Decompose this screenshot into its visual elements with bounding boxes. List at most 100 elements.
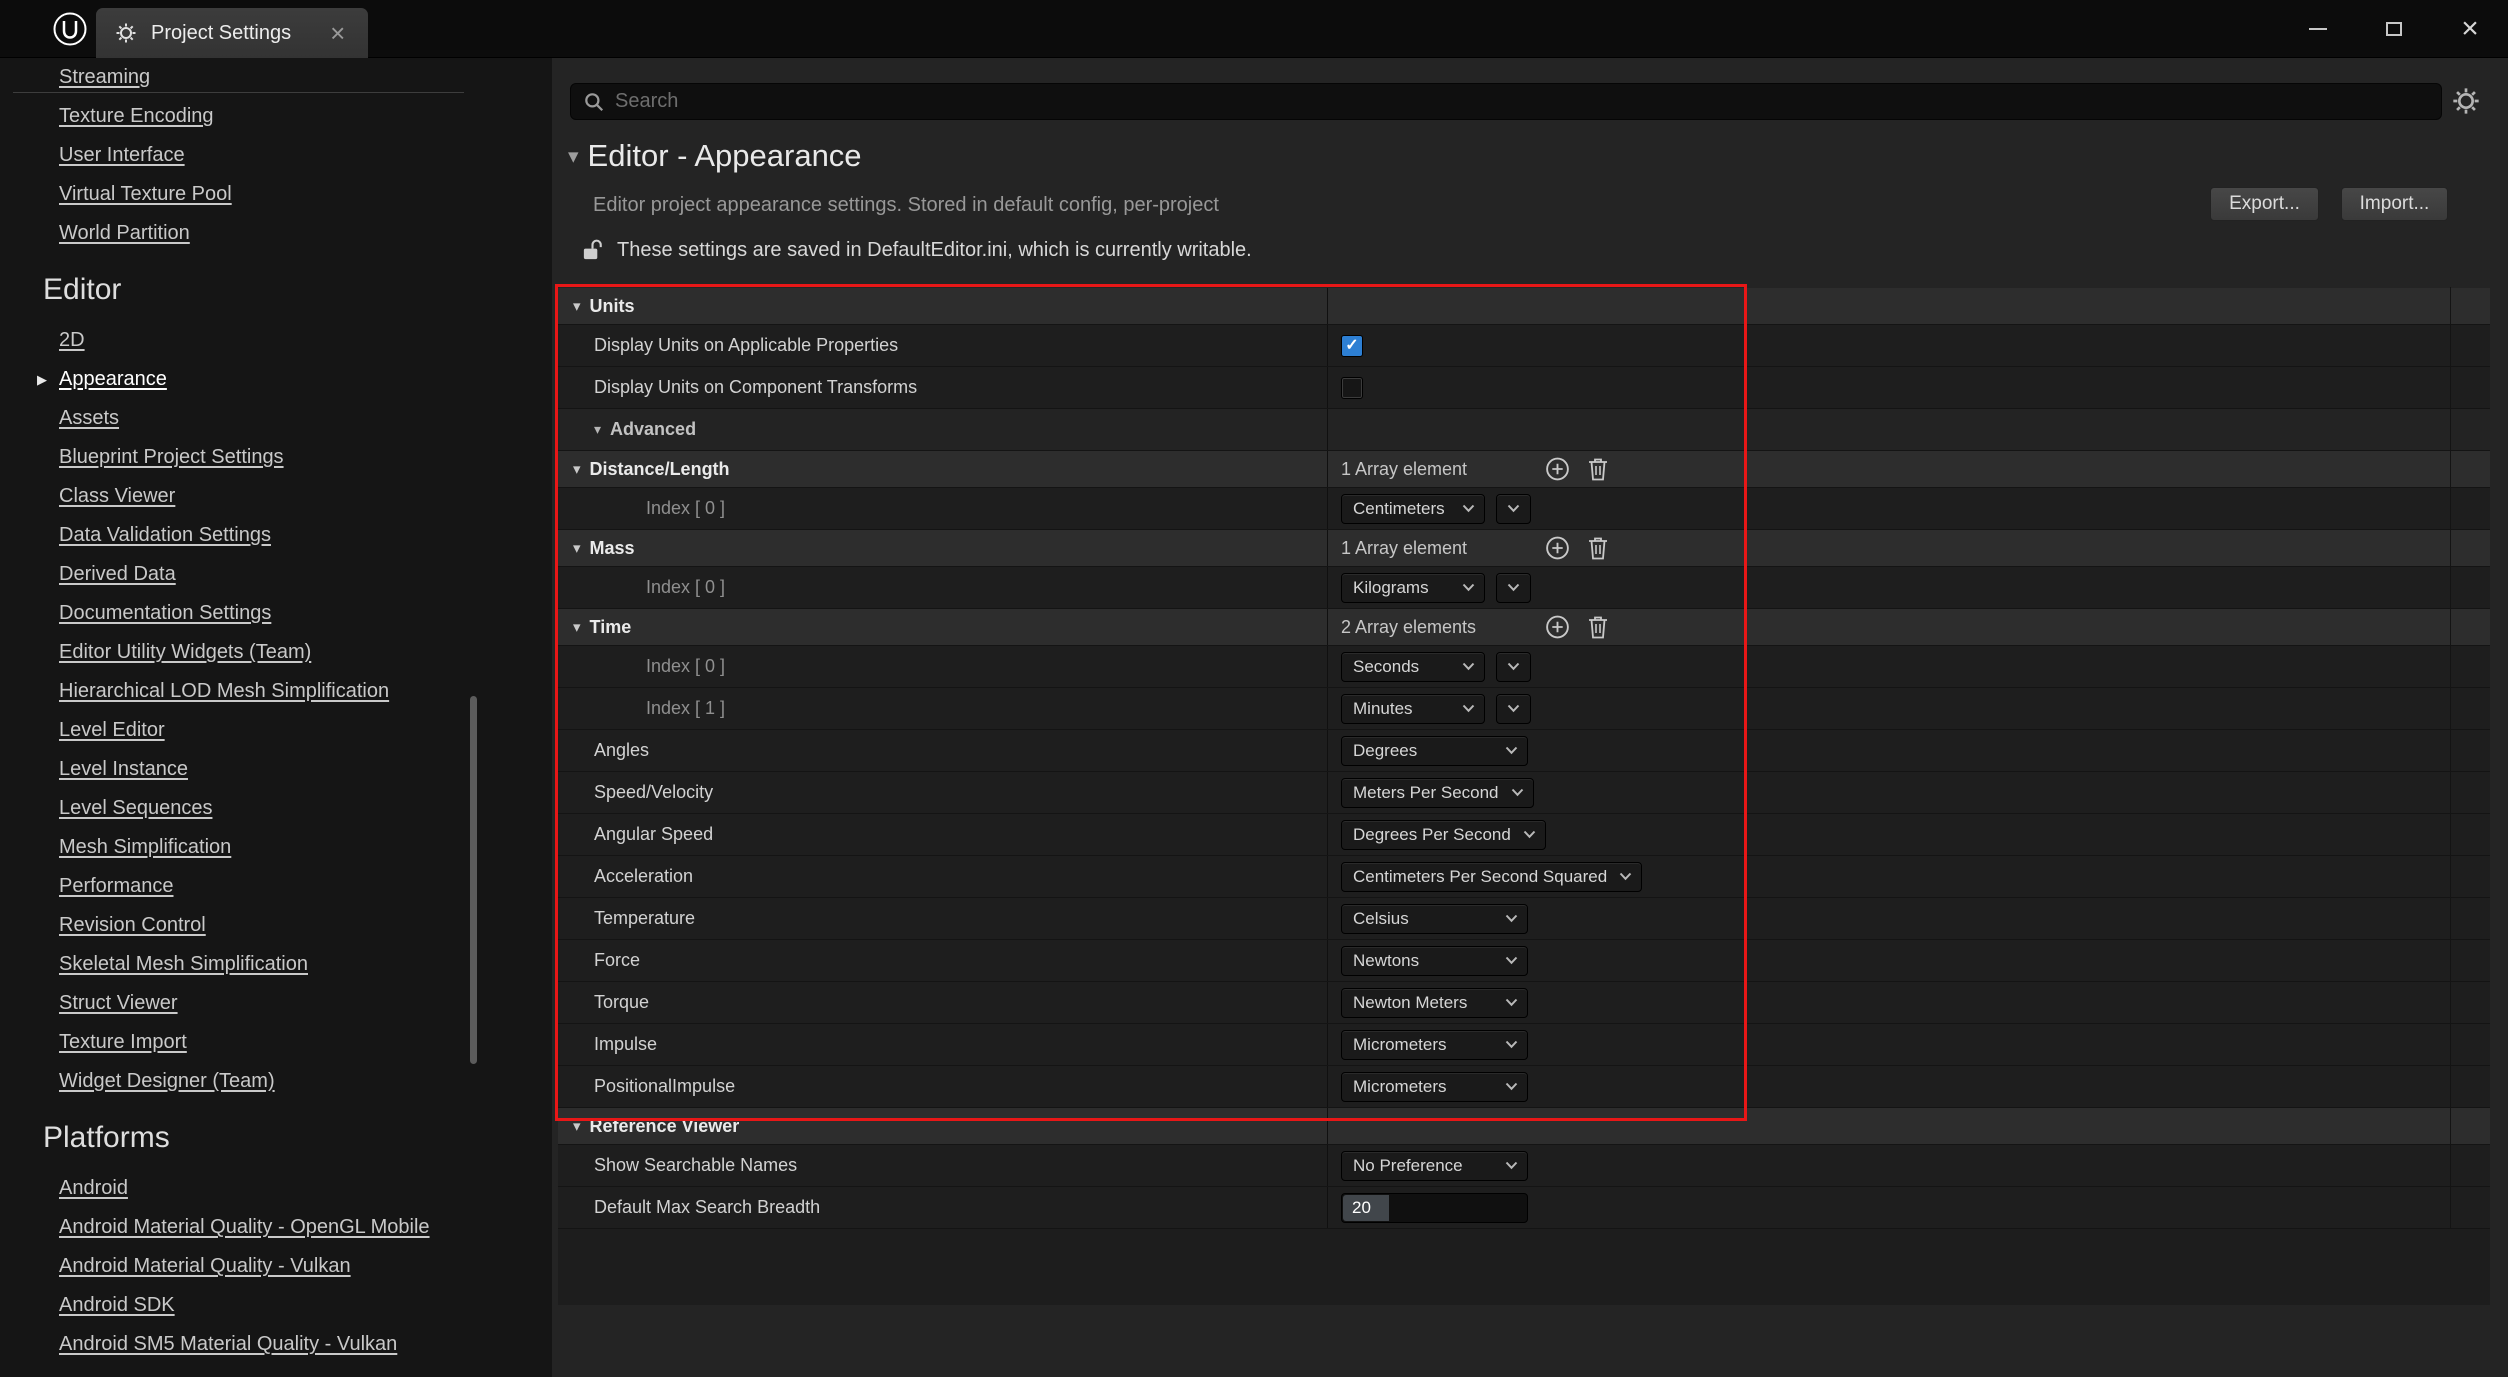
section-collapse-icon[interactable]: ▾ xyxy=(568,144,579,169)
chevron-down-icon xyxy=(1505,998,1518,1007)
sidebar-item-android[interactable]: Android xyxy=(0,1169,552,1208)
number-input-default-max-search-breadth[interactable]: 20 xyxy=(1341,1193,1528,1223)
delete-array-elements-icon[interactable] xyxy=(1586,535,1610,562)
chevron-down-icon xyxy=(1507,504,1520,513)
dropdown-temperature[interactable]: Celsius xyxy=(1341,904,1528,934)
row-time-8[interactable]: ▾Time2 Array elements xyxy=(558,609,2490,646)
property-label: Angles xyxy=(594,740,649,761)
sidebar-item-widget-designer-team[interactable]: Widget Designer (Team) xyxy=(0,1062,552,1101)
collapse-triangle-icon[interactable]: ▾ xyxy=(594,421,601,438)
array-count: 1 Array element xyxy=(1341,538,1467,559)
sidebar-item-label: Blueprint Project Settings xyxy=(59,446,284,468)
row-speed-velocity-12: Speed/VelocityMeters Per Second xyxy=(558,772,2490,814)
search-icon xyxy=(583,91,605,113)
dropdown-positionalimpulse[interactable]: Micrometers xyxy=(1341,1072,1528,1102)
collapse-triangle-icon[interactable]: ▾ xyxy=(573,1117,581,1135)
import-button[interactable]: Import... xyxy=(2341,187,2448,221)
sidebar-item-virtual-texture-pool[interactable]: Virtual Texture Pool xyxy=(0,175,552,214)
collapse-triangle-icon[interactable]: ▾ xyxy=(573,460,581,478)
row-units-0[interactable]: ▾Units xyxy=(558,288,2490,325)
row-reference-viewer-20[interactable]: ▾Reference Viewer xyxy=(558,1108,2490,1145)
close-button[interactable]: × xyxy=(2432,0,2508,58)
sidebar-item-editor-utility-widgets-team[interactable]: Editor Utility Widgets (Team) xyxy=(0,633,552,672)
dropdown-show-searchable-names[interactable]: No Preference xyxy=(1341,1151,1528,1181)
sidebar-item-world-partition[interactable]: World Partition xyxy=(0,214,552,253)
sidebar-item-2d[interactable]: 2D xyxy=(0,321,552,360)
sidebar-item-appearance[interactable]: ▶Appearance xyxy=(0,360,552,399)
row-force-16: ForceNewtons xyxy=(558,940,2490,982)
chevron-down-icon xyxy=(1462,504,1475,513)
dropdown-seconds[interactable]: Seconds xyxy=(1341,652,1485,682)
sidebar-item-blueprint-project-settings[interactable]: Blueprint Project Settings xyxy=(0,438,552,477)
settings-sidebar: StreamingTexture EncodingUser InterfaceV… xyxy=(0,58,552,1377)
collapse-triangle-icon[interactable]: ▾ xyxy=(573,297,581,315)
dropdown-value: Newton Meters xyxy=(1353,993,1467,1013)
delete-array-elements-icon[interactable] xyxy=(1586,456,1610,483)
export-button[interactable]: Export... xyxy=(2210,187,2319,221)
row-show-searchable-names-21: Show Searchable NamesNo Preference xyxy=(558,1145,2490,1187)
dropdown-centimeters[interactable]: Centimeters xyxy=(1341,494,1485,524)
expand-arrow-icon[interactable]: ▶ xyxy=(37,360,47,399)
add-array-element-icon[interactable] xyxy=(1544,535,1571,562)
sidebar-item-android-material-quality-vulkan[interactable]: Android Material Quality - Vulkan xyxy=(0,1247,552,1286)
collapse-triangle-icon[interactable]: ▾ xyxy=(573,539,581,557)
sidebar-separator xyxy=(13,92,464,93)
dropdown-speed-velocity[interactable]: Meters Per Second xyxy=(1341,778,1534,808)
dropdown-torque[interactable]: Newton Meters xyxy=(1341,988,1528,1018)
tab-project-settings[interactable]: Project Settings × xyxy=(96,8,368,58)
tab-close-icon[interactable]: × xyxy=(330,20,345,46)
sidebar-item-label: Editor Utility Widgets (Team) xyxy=(59,641,311,663)
dropdown-kilograms[interactable]: Kilograms xyxy=(1341,573,1485,603)
row-advanced-3[interactable]: ▾Advanced xyxy=(558,409,2490,451)
row-distance-length-4[interactable]: ▾Distance/Length1 Array element xyxy=(558,451,2490,488)
minimize-icon xyxy=(2309,28,2327,30)
add-array-element-icon[interactable] xyxy=(1544,614,1571,641)
dropdown-value: Celsius xyxy=(1353,909,1409,929)
sidebar-item-class-viewer[interactable]: Class Viewer xyxy=(0,477,552,516)
sidebar-item-data-validation-settings[interactable]: Data Validation Settings xyxy=(0,516,552,555)
settings-table: ▾UnitsDisplay Units on Applicable Proper… xyxy=(558,288,2490,1229)
chevron-down-icon xyxy=(1462,583,1475,592)
sidebar-item-user-interface[interactable]: User Interface xyxy=(0,136,552,175)
sidebar-item-assets[interactable]: Assets xyxy=(0,399,552,438)
settings-main-panel: ▾ Editor - Appearance Editor project app… xyxy=(552,58,2508,1377)
element-options-dropdown[interactable] xyxy=(1496,694,1531,724)
element-options-dropdown[interactable] xyxy=(1496,652,1531,682)
property-label: Index [ 0 ] xyxy=(646,656,725,677)
dropdown-impulse[interactable]: Micrometers xyxy=(1341,1030,1528,1060)
maximize-button[interactable] xyxy=(2356,0,2432,58)
row-display-units-on-component-transforms-2: Display Units on Component Transforms xyxy=(558,367,2490,409)
sidebar-item-derived-data[interactable]: Derived Data xyxy=(0,555,552,594)
row-label-cell: Angular Speed xyxy=(558,814,1328,855)
search-bar[interactable] xyxy=(570,83,2442,120)
category-label: Mass xyxy=(590,538,635,559)
sidebar-item-android-material-quality-opengl-mobile[interactable]: Android Material Quality - OpenGL Mobile xyxy=(0,1208,552,1247)
dropdown-acceleration[interactable]: Centimeters Per Second Squared xyxy=(1341,862,1642,892)
row-value-cell: Degrees Per Second xyxy=(1328,814,2490,855)
sidebar-section-platforms: Platforms xyxy=(0,1101,552,1169)
add-array-element-icon[interactable] xyxy=(1544,456,1571,483)
sidebar-scrollbar[interactable] xyxy=(470,696,477,1064)
sidebar-item-texture-encoding[interactable]: Texture Encoding xyxy=(0,97,552,136)
sidebar-item-documentation-settings[interactable]: Documentation Settings xyxy=(0,594,552,633)
delete-array-elements-icon[interactable] xyxy=(1586,614,1610,641)
collapse-triangle-icon[interactable]: ▾ xyxy=(573,618,581,636)
search-input[interactable] xyxy=(615,90,2429,113)
sidebar-item-android-sm5-material-quality-vulkan[interactable]: Android SM5 Material Quality - Vulkan xyxy=(0,1325,552,1364)
element-options-dropdown[interactable] xyxy=(1496,494,1531,524)
row-mass-6[interactable]: ▾ Mass 1 Array element xyxy=(558,530,2490,567)
checkbox-display-units-on-component-transforms[interactable] xyxy=(1341,377,1363,399)
element-options-dropdown[interactable] xyxy=(1496,573,1531,603)
sidebar-item-android-sdk[interactable]: Android SDK xyxy=(0,1286,552,1325)
dropdown-angles[interactable]: Degrees xyxy=(1341,736,1528,766)
row-value-cell xyxy=(1328,1108,2490,1144)
dropdown-angular-speed[interactable]: Degrees Per Second xyxy=(1341,820,1546,850)
array-count: 1 Array element xyxy=(1341,459,1467,480)
settings-gear-icon[interactable] xyxy=(2450,85,2482,122)
row-label-cell: Index [ 1 ] xyxy=(558,688,1328,729)
minimize-button[interactable] xyxy=(2280,0,2356,58)
dropdown-force[interactable]: Newtons xyxy=(1341,946,1528,976)
dropdown-minutes[interactable]: Minutes xyxy=(1341,694,1485,724)
row-label-cell: ▾ Mass xyxy=(558,530,1328,566)
checkbox-display-units-on-applicable-properties[interactable]: ✓ xyxy=(1341,335,1363,357)
